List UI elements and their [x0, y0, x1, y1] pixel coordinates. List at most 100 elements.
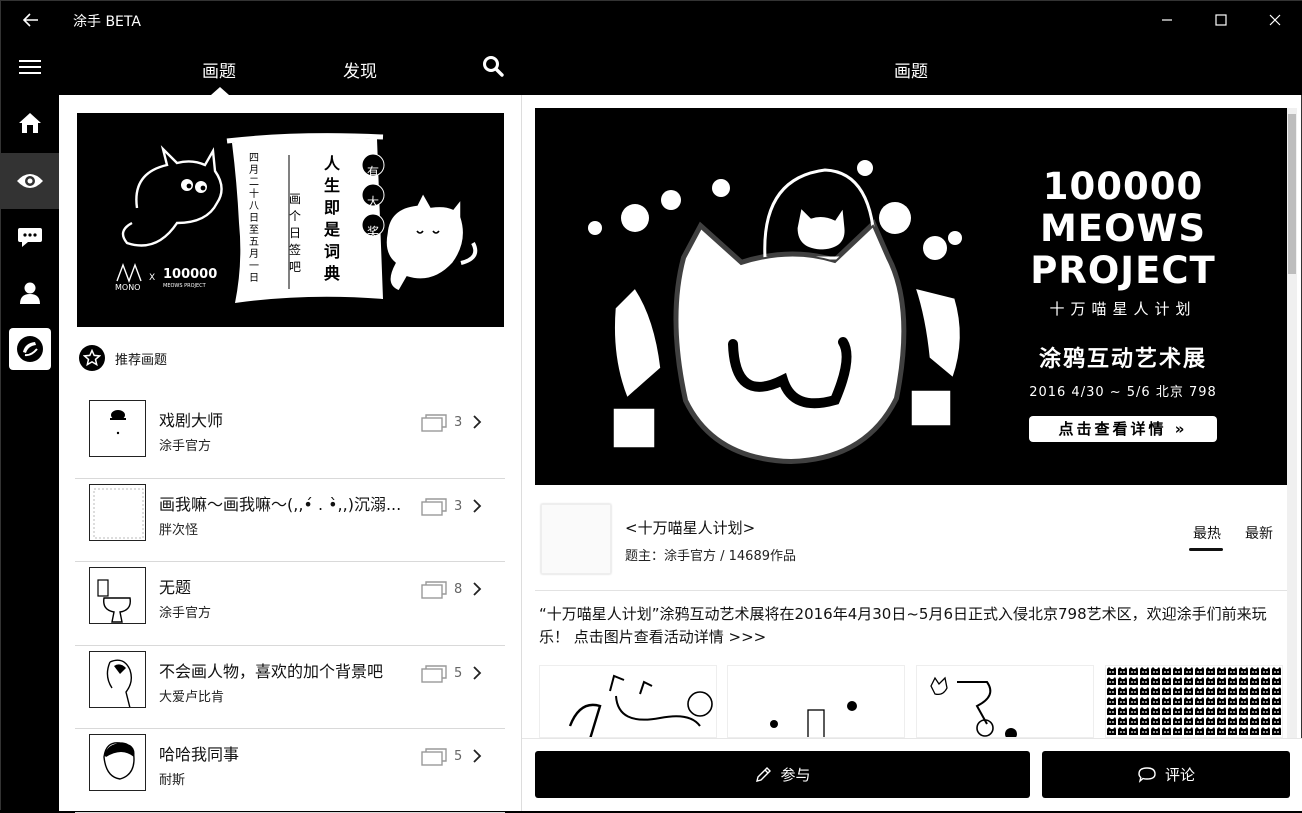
banner-title-line1: 100000 — [1042, 165, 1204, 208]
banner-logo-100000: 100000 — [163, 267, 218, 282]
banner-exhibit-title: 涂鸦互动艺术展 — [1038, 347, 1207, 372]
tab-discover[interactable]: 发现 — [343, 57, 377, 82]
topic-author: 大爱卢比肯 — [159, 689, 225, 705]
topic-cover-thumbnail — [541, 504, 611, 574]
banner-details-button[interactable]: 点击查看详情 » — [1029, 416, 1217, 442]
search-icon[interactable] — [481, 54, 505, 78]
rail-app-logo[interactable] — [9, 328, 51, 370]
join-button-label: 参与 — [780, 766, 811, 784]
topic-title: 戏剧大师 — [159, 411, 224, 430]
sort-hot-tab[interactable]: 最热 — [1193, 523, 1221, 543]
sort-new-tab[interactable]: 最新 — [1245, 523, 1273, 543]
banner-logo-mono: MONO — [115, 283, 141, 292]
scrollbar-thumb[interactable] — [1288, 114, 1296, 274]
banner-text-block: 100000 MEOWS PROJECT 十万喵星人计划 涂鸦互动艺术展 201… — [1013, 166, 1233, 442]
banner-badge-text: 有大奖 — [367, 165, 380, 239]
topic-thumbnail — [89, 567, 146, 624]
topic-detail-panel: 100000 MEOWS PROJECT 十万喵星人计划 涂鸦互动艺术展 201… — [521, 95, 1302, 811]
detail-header-title: 画题 — [894, 62, 928, 82]
chevron-right-icon — [473, 582, 482, 596]
banner-logo-x: X — [149, 273, 156, 283]
window-title: 涂手 BETA — [73, 14, 141, 30]
pencil-icon — [756, 766, 772, 782]
topic-author: 耐斯 — [159, 773, 186, 788]
topic-title: 不会画人物，喜欢的加个背景吧 — [159, 661, 384, 681]
banner-title-line3: PROJECT — [1030, 249, 1216, 292]
gallery-stack-icon — [421, 497, 447, 516]
topic-row[interactable]: 无题 涂手官方 8 — [75, 562, 505, 646]
topic-description[interactable]: “十万喵星人计划”涂鸦互动艺术展将在2016年4月30日~5月6日正式入侵北京7… — [539, 603, 1284, 649]
scrollbar[interactable] — [1287, 108, 1297, 738]
comment-button-label: 评论 — [1164, 766, 1195, 784]
rail-home[interactable] — [1, 95, 59, 151]
chevron-right-icon — [473, 665, 482, 680]
robot-cat-illustration — [588, 160, 962, 465]
topic-row[interactable]: 不会画人物，喜欢的加个背景吧 大爱卢比肯 5 — [75, 646, 505, 729]
topic-list: 戏剧大师 涂手官方 3 画我嘛～画我嘛～(,,•́ . •̀,,)沉溺... 胖… — [75, 395, 505, 813]
join-button[interactable]: 参与 — [535, 751, 1030, 798]
topic-row[interactable]: 戏剧大师 涂手官方 3 — [75, 395, 505, 479]
event-banner[interactable]: 100000 MEOWS PROJECT 十万喵星人计划 涂鸦互动艺术展 201… — [535, 108, 1290, 485]
user-icon — [20, 282, 40, 304]
recommended-header: 推荐画题 — [79, 345, 167, 371]
hamburger-menu-icon[interactable] — [15, 55, 45, 79]
back-button[interactable] — [17, 7, 45, 33]
action-bar: 参与 评论 — [522, 738, 1302, 811]
topic-count: 3 — [454, 498, 463, 514]
recommended-label: 推荐画题 — [115, 352, 168, 368]
topic-thumbnail — [89, 483, 146, 541]
comment-icon — [1138, 766, 1156, 783]
star-icon — [79, 345, 105, 371]
topic-title: 画我嘛～画我嘛～(,,•́ . •̀,,)沉溺... — [159, 494, 402, 514]
gallery-stack-icon — [421, 581, 447, 599]
topic-detail-title: <十万喵星人计划> — [625, 519, 756, 537]
minimize-icon — [1162, 19, 1172, 21]
topic-thumbnail — [89, 400, 146, 457]
topic-author: 涂手官方 — [159, 439, 212, 454]
banner-side-text: 四月二十八日 至 五月一日 — [249, 153, 259, 284]
artwork-thumbnail[interactable] — [916, 665, 1094, 738]
artwork-thumbnail[interactable] — [539, 665, 717, 738]
home-icon — [19, 113, 41, 133]
topic-thumbnail — [89, 650, 146, 708]
artwork-thumbnail[interactable] — [1105, 665, 1283, 738]
chevron-right-icon — [473, 498, 482, 513]
close-icon — [1269, 14, 1281, 26]
artwork-thumbnail[interactable] — [727, 665, 905, 738]
chevron-right-icon — [473, 749, 482, 763]
featured-banner[interactable]: 人生即是词典 四月二十八日 至 五月一日 画个日签吧 有大奖 MONO X 10… — [77, 113, 504, 327]
eye-icon — [17, 174, 43, 188]
topic-count: 5 — [454, 749, 463, 764]
topic-author: 胖次怪 — [159, 522, 199, 538]
banner-date: 2016 4/30 ~ 5/6 北京 798 — [1029, 385, 1217, 400]
topic-row[interactable]: 画我嘛～画我嘛～(,,•́ . •̀,,)沉溺... 胖次怪 3 — [75, 479, 505, 562]
close-button[interactable] — [1252, 5, 1298, 35]
rail-messages[interactable] — [1, 209, 59, 265]
gallery-stack-icon — [421, 414, 447, 432]
minimize-button[interactable] — [1144, 5, 1190, 35]
comment-button[interactable]: 评论 — [1042, 751, 1290, 798]
chat-bubble-icon — [18, 228, 42, 247]
gallery-stack-icon — [421, 748, 447, 766]
sort-active-indicator — [1189, 548, 1223, 551]
banner-scroll-text: 人生即是词典 — [324, 154, 341, 283]
side-rail — [1, 95, 59, 811]
banner-title-line2: MEOWS — [1039, 207, 1206, 250]
title-bar: 涂手 BETA — [1, 1, 1302, 39]
topic-row[interactable]: 哈哈我同事 耐斯 5 — [75, 729, 505, 813]
app-window: 涂手 BETA 画题 发现 画题 人生即是词典 四月二十八日 至 五月一日 画个… — [0, 0, 1302, 813]
topic-thumbnail — [89, 734, 146, 791]
topic-list-panel: 人生即是词典 四月二十八日 至 五月一日 画个日签吧 有大奖 MONO X 10… — [59, 95, 521, 813]
maximize-button[interactable] — [1198, 5, 1244, 35]
topic-info: <十万喵星人计划> 题主：涂手官方 / 14689作品 最热 最新 — [535, 495, 1287, 591]
rail-browse[interactable] — [1, 153, 59, 209]
back-arrow-icon — [23, 13, 38, 27]
nav-header: 画题 发现 画题 — [1, 39, 1302, 95]
topic-title: 无题 — [159, 578, 192, 597]
banner-small-text: 画个日签吧 — [289, 192, 302, 274]
artwork-gallery — [539, 665, 1289, 738]
tab-topics[interactable]: 画题 — [202, 57, 236, 82]
topic-count: 3 — [454, 415, 463, 430]
rail-profile[interactable] — [1, 265, 59, 321]
gallery-stack-icon — [421, 664, 447, 683]
